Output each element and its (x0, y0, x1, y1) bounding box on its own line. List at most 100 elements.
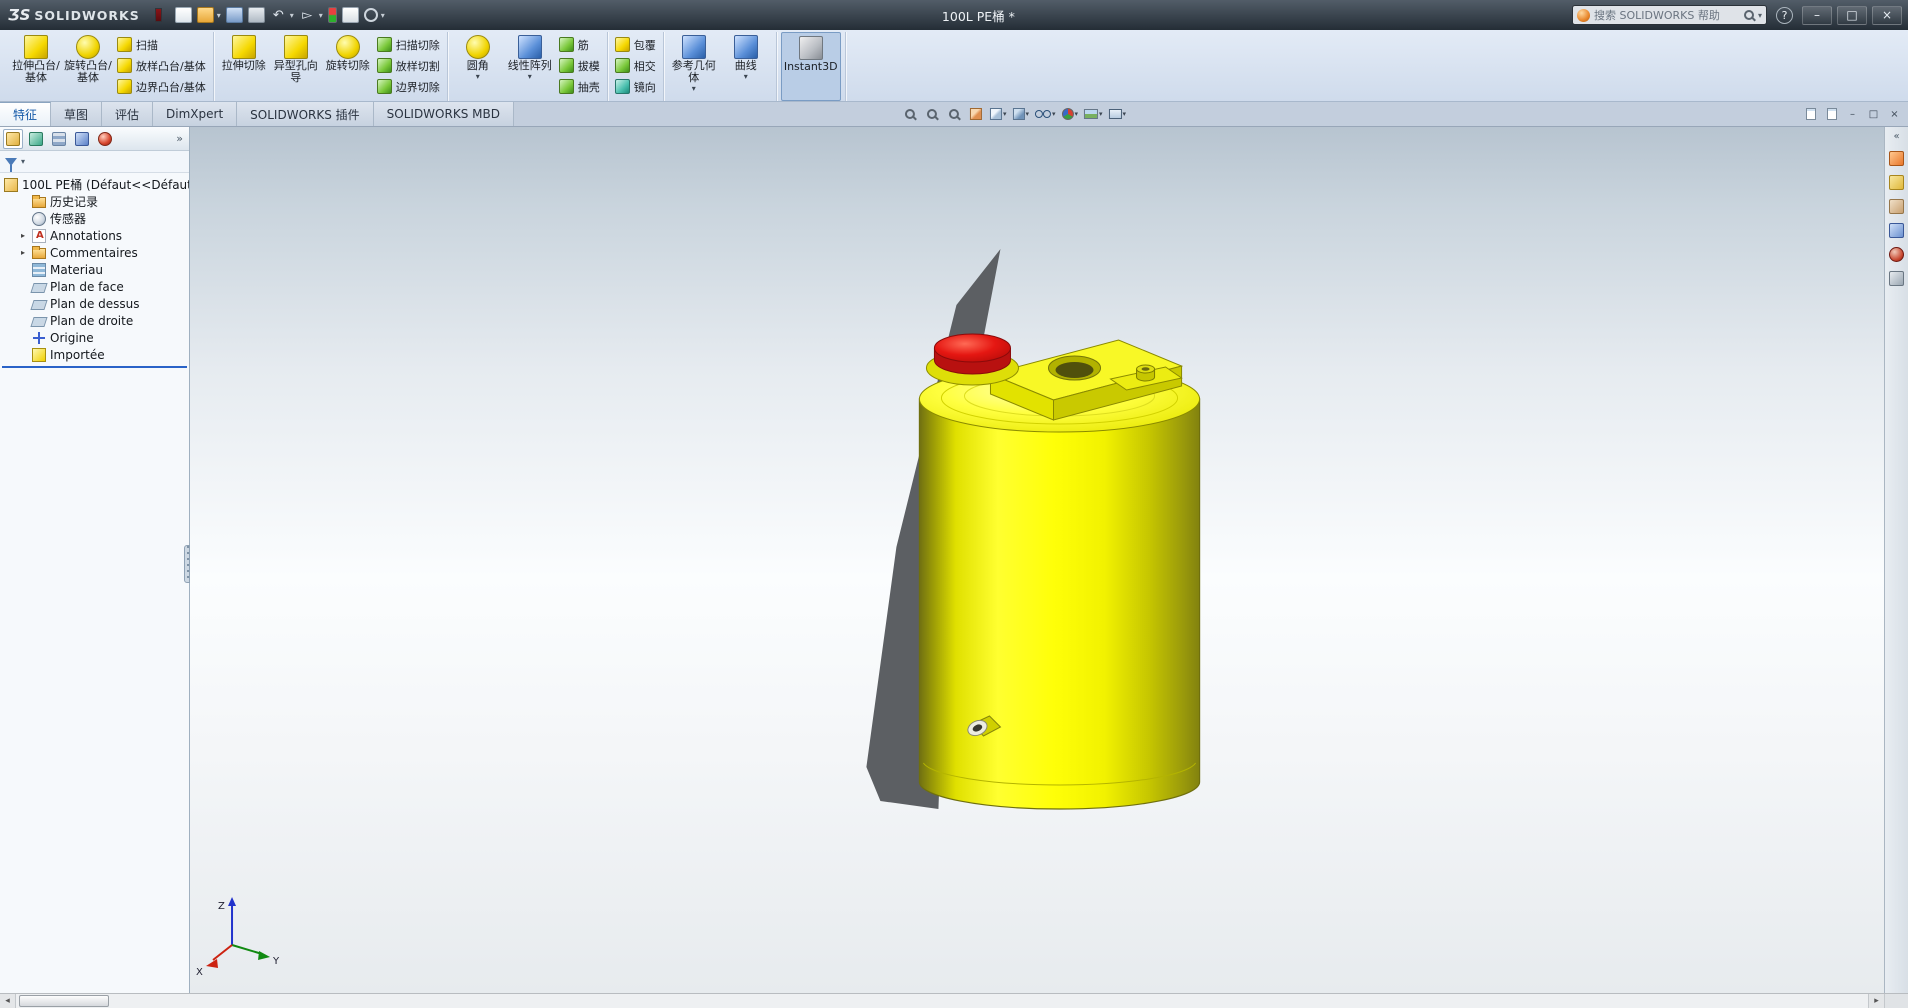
expand-arrow[interactable]: ▸ (18, 248, 28, 257)
orientation-triad[interactable]: Z Y X (196, 897, 280, 978)
search-dropdown-caret[interactable]: ▾ (1758, 11, 1762, 20)
custom-properties-icon[interactable] (1889, 271, 1904, 286)
tank-body[interactable] (918, 398, 1201, 810)
dimxpert-manager-tab[interactable] (72, 129, 92, 149)
file-explorer-icon[interactable] (1889, 199, 1904, 214)
open-button[interactable] (196, 7, 214, 23)
tree-item-origin[interactable]: Origine (0, 329, 189, 346)
mirror-button[interactable]: 镜向 (612, 77, 659, 96)
options-dropdown-caret[interactable]: ▾ (381, 11, 385, 20)
fillet-dropdown-caret[interactable]: ▾ (476, 73, 480, 81)
property-manager-tab[interactable] (26, 129, 46, 149)
save-button[interactable] (225, 7, 243, 23)
view-orientation-button[interactable]: ▾ (988, 104, 1009, 124)
expand-arrow[interactable]: ▸ (18, 231, 28, 240)
cap-top[interactable] (933, 333, 1011, 363)
tab-addins[interactable]: SOLIDWORKS 插件 (237, 102, 374, 126)
tree-item-history[interactable]: 历史记录 (0, 193, 189, 210)
previous-view-button[interactable] (944, 104, 964, 124)
file-properties-button[interactable] (341, 7, 359, 23)
undo-button[interactable]: ↶ (270, 7, 287, 23)
doc-close-button[interactable]: × (1886, 106, 1903, 122)
edit-appearance-caret[interactable]: ▾ (1075, 110, 1079, 118)
revolved-boss-button[interactable]: 旋转凸台/基体 (62, 32, 114, 101)
scrollbar-track[interactable] (16, 994, 1868, 1008)
draft-button[interactable]: 拔模 (556, 56, 603, 75)
feature-manager-tab[interactable] (3, 128, 23, 149)
configuration-manager-tab[interactable] (49, 129, 69, 149)
extruded-boss-button[interactable]: 拉伸凸台/基体 (10, 32, 62, 101)
open-dropdown-caret[interactable]: ▾ (217, 11, 221, 20)
rollback-bar[interactable] (2, 366, 187, 368)
tree-item-sensors[interactable]: 传感器 (0, 210, 189, 227)
graphics-area[interactable]: Z Y X (190, 127, 1908, 993)
tab-dimxpert[interactable]: DimXpert (153, 102, 238, 126)
rebuild-button[interactable] (327, 7, 337, 23)
reference-geometry-button[interactable]: 参考几何体 ▾ (668, 32, 720, 101)
zoom-to-fit-button[interactable] (900, 104, 920, 124)
help-button[interactable]: ? (1776, 6, 1793, 24)
lofted-cut-button[interactable]: 放样切割 (374, 56, 443, 75)
tree-item-annotations[interactable]: ▸ Annotations (0, 227, 189, 244)
edit-appearance-button[interactable]: ▾ (1060, 104, 1081, 124)
linear-pattern-button[interactable]: 线性阵列 ▾ (504, 32, 556, 101)
swept-boss-button[interactable]: 扫描 (114, 35, 209, 54)
wrap-button[interactable]: 包覆 (612, 35, 659, 54)
apply-scene-caret[interactable]: ▾ (1099, 110, 1103, 118)
graphics-viewport[interactable]: Z Y X « (190, 127, 1908, 993)
instant3d-toggle-button[interactable]: Instant3D (780, 32, 841, 101)
new-window-button[interactable] (1802, 106, 1819, 122)
scrollbar-thumb[interactable] (19, 995, 109, 1007)
lofted-boss-button[interactable]: 放样凸台/基体 (114, 56, 209, 75)
search-input[interactable] (1594, 8, 1740, 22)
tab-features[interactable]: 特征 (0, 102, 52, 126)
model-tank[interactable] (918, 333, 1201, 810)
appearances-icon[interactable] (1889, 247, 1904, 262)
view-orientation-caret[interactable]: ▾ (1003, 110, 1007, 118)
view-settings-button[interactable]: ▾ (1107, 104, 1129, 124)
apply-scene-button[interactable]: ▾ (1082, 104, 1105, 124)
display-manager-tab[interactable] (95, 129, 115, 149)
doc-restore-button[interactable]: □ (1865, 106, 1882, 122)
tab-evaluate[interactable]: 评估 (102, 102, 154, 126)
options-button[interactable] (363, 8, 378, 22)
hide-show-items-button[interactable]: ▾ (1033, 104, 1058, 124)
new-document-button[interactable] (174, 7, 192, 23)
zoom-to-area-button[interactable] (922, 104, 942, 124)
doc-minimize-button[interactable]: – (1844, 106, 1861, 122)
filter-caret[interactable]: ▾ (21, 157, 25, 166)
hole-wizard-button[interactable]: 异型孔向导 (270, 32, 322, 101)
filter-funnel-icon[interactable] (5, 157, 17, 172)
tree-item-front-plane[interactable]: Plan de face (0, 278, 189, 295)
intersect-button[interactable]: 相交 (612, 56, 659, 75)
search-box[interactable]: ▾ (1572, 5, 1767, 25)
design-library-icon[interactable] (1889, 175, 1904, 190)
close-button[interactable]: × (1872, 5, 1902, 25)
shell-button[interactable]: 抽壳 (556, 77, 603, 96)
maximize-button[interactable]: □ (1837, 5, 1867, 25)
task-pane-collapse[interactable]: « (1893, 131, 1899, 142)
tab-mbd[interactable]: SOLIDWORKS MBD (373, 102, 514, 126)
reference-geometry-dropdown-caret[interactable]: ▾ (692, 85, 696, 93)
minimize-button[interactable]: – (1802, 5, 1832, 25)
boundary-cut-button[interactable]: 边界切除 (374, 77, 443, 96)
tab-sketch[interactable]: 草图 (51, 102, 103, 126)
display-style-caret[interactable]: ▾ (1025, 110, 1029, 118)
tree-item-right-plane[interactable]: Plan de droite (0, 312, 189, 329)
undo-dropdown-caret[interactable]: ▾ (290, 11, 294, 20)
view-settings-caret[interactable]: ▾ (1123, 110, 1127, 118)
revolved-cut-button[interactable]: 旋转切除 (322, 32, 374, 101)
horizontal-scrollbar[interactable]: ◂ ▸ (0, 993, 1908, 1008)
hide-show-caret[interactable]: ▾ (1052, 110, 1056, 118)
print-button[interactable] (247, 7, 265, 23)
panel-overflow-chevron[interactable]: » (176, 132, 186, 145)
tree-root[interactable]: 100L PE桶 (Défaut<<Défaut (0, 176, 189, 193)
tree-item-top-plane[interactable]: Plan de dessus (0, 295, 189, 312)
linear-pattern-dropdown-caret[interactable]: ▾ (528, 73, 532, 81)
swept-cut-button[interactable]: 扫描切除 (374, 35, 443, 54)
section-view-button[interactable] (966, 104, 986, 124)
tile-window-button[interactable] (1823, 106, 1840, 122)
select-dropdown-caret[interactable]: ▾ (319, 11, 323, 20)
scroll-right-arrow[interactable]: ▸ (1868, 994, 1884, 1008)
curves-button[interactable]: 曲线 ▾ (720, 32, 772, 101)
